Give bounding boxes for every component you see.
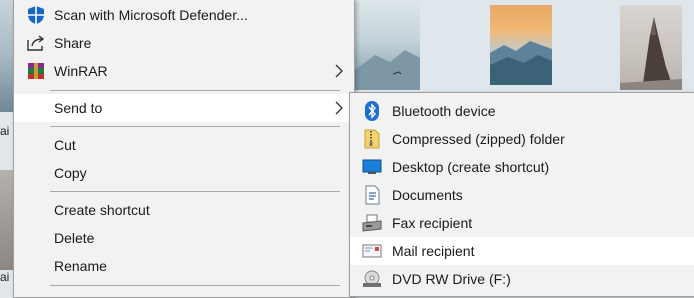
menu-item-cut[interactable]: Cut [14, 131, 354, 159]
menu-item-send-to[interactable]: Send to [14, 94, 354, 122]
menu-item-label: Compressed (zipped) folder [392, 131, 565, 147]
menu-item-scan-defender[interactable]: Scan with Microsoft Defender... [14, 1, 354, 29]
documents-icon [362, 185, 382, 205]
menu-separator [50, 90, 340, 91]
menu-item-create-shortcut[interactable]: Create shortcut [14, 196, 354, 224]
mountain-image [355, 50, 420, 90]
dvd-drive-icon [362, 269, 382, 289]
menu-item-delete[interactable]: Delete [14, 224, 354, 252]
menu-item-bluetooth-device[interactable]: Bluetooth device [350, 97, 694, 125]
menu-item-desktop-shortcut[interactable]: Desktop (create shortcut) [350, 153, 694, 181]
zip-folder-icon [362, 129, 382, 149]
thumbnail-caption: ai [0, 124, 10, 138]
menu-item-share[interactable]: Share [14, 29, 354, 57]
menu-item-copy[interactable]: Copy [14, 159, 354, 187]
menu-item-fax-recipient[interactable]: Fax recipient [350, 209, 694, 237]
thumbnail-caption: ai [0, 270, 10, 284]
menu-item-label: WinRAR [54, 63, 108, 79]
menu-item-documents[interactable]: Documents [350, 181, 694, 209]
winrar-icon [26, 61, 46, 81]
menu-separator [50, 285, 340, 286]
chevron-right-icon [332, 64, 346, 78]
mail-icon [362, 241, 382, 261]
menu-item-label: Documents [392, 187, 463, 203]
menu-item-winrar[interactable]: WinRAR [14, 57, 354, 85]
image-thumbnail[interactable] [490, 5, 552, 85]
menu-item-mail-recipient[interactable]: Mail recipient [350, 237, 694, 265]
mountain-image [490, 41, 552, 85]
menu-item-label: Desktop (create shortcut) [392, 159, 550, 175]
menu-item-label: Bluetooth device [392, 103, 496, 119]
menu-item-label: Share [54, 35, 92, 51]
menu-item-label: DVD RW Drive (F:) [392, 271, 511, 287]
menu-item-label: Delete [54, 230, 95, 246]
menu-item-label: Scan with Microsoft Defender... [54, 7, 248, 23]
bluetooth-icon [362, 101, 382, 121]
menu-item-label: Mail recipient [392, 243, 475, 259]
send-to-submenu: Bluetooth device Compressed (zipped) fol… [349, 92, 694, 297]
menu-item-compressed-folder[interactable]: Compressed (zipped) folder [350, 125, 694, 153]
menu-item-label: Create shortcut [54, 202, 150, 218]
defender-shield-icon [26, 5, 46, 25]
menu-separator [50, 126, 340, 127]
fax-icon [362, 213, 382, 233]
share-icon [26, 33, 46, 53]
image-thumbnail[interactable] [355, 0, 420, 90]
menu-item-label: Send to [54, 100, 103, 116]
rock-spire-image [620, 17, 682, 90]
context-menu: Scan with Microsoft Defender... Share Wi… [13, 0, 355, 298]
menu-item-label: Copy [54, 165, 87, 181]
menu-item-label: Cut [54, 137, 76, 153]
chevron-right-icon [332, 101, 346, 115]
menu-separator [50, 191, 340, 192]
menu-item-dvd-drive[interactable]: DVD RW Drive (F:) [350, 265, 694, 293]
menu-item-rename[interactable]: Rename [14, 252, 354, 280]
image-thumbnail[interactable] [620, 5, 682, 90]
menu-item-label: Rename [54, 258, 107, 274]
desktop-icon [362, 157, 382, 177]
menu-item-label: Fax recipient [392, 215, 473, 231]
